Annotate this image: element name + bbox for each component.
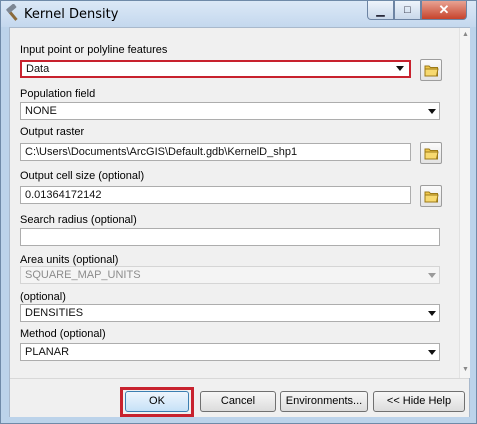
title-bar[interactable]: Kernel Density ▁ □ ✕: [1, 1, 476, 27]
maximize-button[interactable]: □: [394, 1, 421, 20]
output-values-value: DENSITIES: [25, 307, 84, 319]
population-field-value: NONE: [25, 105, 57, 117]
output-raster-label: Output raster: [20, 126, 85, 138]
minimize-button[interactable]: ▁: [367, 1, 394, 20]
area-units-value: SQUARE_MAP_UNITS: [25, 269, 141, 281]
scroll-up-icon[interactable]: ▲: [461, 30, 470, 40]
search-radius-input[interactable]: [20, 228, 440, 246]
browse-input-features-button[interactable]: [420, 59, 442, 81]
folder-icon: [424, 191, 439, 203]
cancel-button[interactable]: Cancel: [200, 391, 276, 412]
close-button[interactable]: ✕: [421, 1, 467, 20]
method-dropdown[interactable]: PLANAR: [20, 343, 440, 361]
population-field-label: Population field: [20, 88, 96, 100]
cell-size-input[interactable]: 0.01364172142: [20, 186, 411, 204]
parameters-panel: Input point or polyline features Data Po…: [10, 28, 459, 378]
dialog-body: Input point or polyline features Data Po…: [9, 27, 470, 417]
input-features-dropdown[interactable]: Data: [20, 60, 411, 78]
output-values-label: (optional): [20, 291, 66, 303]
kernel-density-dialog: Kernel Density ▁ □ ✕ Input point or poly…: [0, 0, 477, 424]
search-radius-label: Search radius (optional): [20, 214, 137, 226]
output-raster-input[interactable]: C:\Users\Documents\ArcGIS\Default.gdb\Ke…: [20, 143, 411, 161]
scroll-down-icon[interactable]: ▼: [461, 365, 470, 375]
browse-output-raster-button[interactable]: [420, 142, 442, 164]
cell-size-label: Output cell size (optional): [20, 170, 145, 182]
ok-button[interactable]: OK: [125, 391, 189, 412]
hammer-icon: [4, 3, 22, 22]
area-units-label: Area units (optional): [20, 254, 119, 266]
window-title: Kernel Density: [24, 7, 119, 22]
output-values-dropdown[interactable]: DENSITIES: [20, 304, 440, 322]
method-label: Method (optional): [20, 328, 106, 340]
input-features-label: Input point or polyline features: [20, 44, 168, 56]
input-features-value: Data: [26, 63, 50, 75]
minimize-icon: ▁: [376, 4, 385, 17]
output-raster-value: C:\Users\Documents\ArcGIS\Default.gdb\Ke…: [25, 146, 298, 158]
vertical-scrollbar[interactable]: ▲ ▼: [459, 28, 470, 378]
close-icon: ✕: [438, 2, 450, 17]
chevron-down-icon: [428, 273, 436, 278]
chevron-down-icon: [428, 109, 436, 114]
method-value: PLANAR: [25, 346, 70, 358]
chevron-down-icon: [396, 66, 404, 71]
chevron-down-icon: [428, 350, 436, 355]
browse-cell-size-button[interactable]: [420, 185, 442, 207]
cell-size-value: 0.01364172142: [25, 189, 102, 201]
area-units-dropdown[interactable]: SQUARE_MAP_UNITS: [20, 266, 440, 284]
maximize-icon: □: [404, 4, 411, 16]
population-field-dropdown[interactable]: NONE: [20, 102, 440, 120]
folder-icon: [424, 148, 439, 160]
folder-icon: [424, 65, 439, 77]
hide-help-button[interactable]: << Hide Help: [373, 391, 465, 412]
chevron-down-icon: [428, 311, 436, 316]
environments-button[interactable]: Environments...: [280, 391, 368, 412]
button-bar: OK Cancel Environments... << Hide Help: [10, 378, 469, 417]
